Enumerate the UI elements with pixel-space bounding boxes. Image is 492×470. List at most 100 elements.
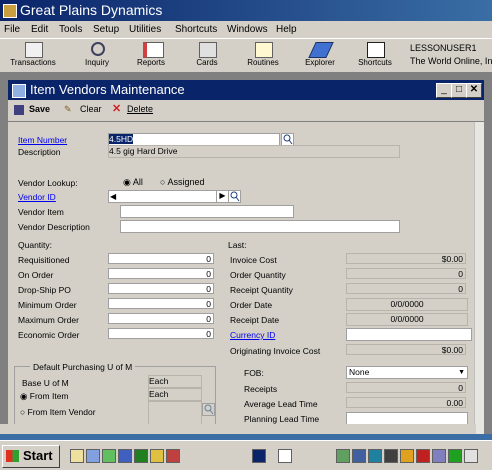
- receipt-quantity-value: 0: [346, 283, 466, 294]
- description-label: Description: [18, 147, 61, 157]
- tray-icon-5[interactable]: [400, 449, 414, 463]
- drop-ship-po-label: Drop-Ship PO: [18, 285, 71, 295]
- start-button[interactable]: Start: [2, 445, 60, 468]
- menu-shortcuts[interactable]: Shortcuts: [175, 24, 217, 35]
- menu-help[interactable]: Help: [276, 24, 297, 35]
- close-button[interactable]: ✕: [466, 83, 482, 98]
- delete-icon: ✕: [112, 103, 122, 115]
- menu-tools[interactable]: Tools: [59, 24, 82, 35]
- minimum-order-field[interactable]: 0: [108, 298, 214, 309]
- save-button[interactable]: Save: [29, 104, 50, 114]
- last-heading: Last:: [228, 240, 247, 250]
- economic-order-field[interactable]: 0: [108, 328, 214, 339]
- maximize-button[interactable]: □: [451, 83, 467, 98]
- item-vendors-form: Item Number 4.5HD Description 4.5 gig Ha…: [8, 122, 474, 434]
- currency-id-label[interactable]: Currency ID: [230, 330, 275, 340]
- from-item-vendor-label: From Item Vendor: [27, 407, 96, 417]
- horizontal-scrollbar[interactable]: [0, 424, 476, 434]
- order-date-value: 0/0/0000: [346, 298, 468, 311]
- planning-lead-time-label: Planning Lead Time: [244, 414, 320, 424]
- drop-ship-po-field[interactable]: 0: [108, 283, 214, 294]
- main-toolbar: Transactions Inquiry Reports Cards Routi…: [0, 38, 492, 74]
- inquiry-button[interactable]: Inquiry: [69, 39, 125, 72]
- taskbar-app-2[interactable]: [278, 449, 292, 463]
- order-quantity-value: 0: [346, 268, 466, 279]
- tray-icon-7[interactable]: [432, 449, 446, 463]
- user-name: LESSONUSER1: [410, 43, 477, 53]
- tray-icon-6[interactable]: [416, 449, 430, 463]
- on-order-label: On Order: [18, 270, 54, 280]
- description-field[interactable]: 4.5 gig Hard Drive: [108, 145, 400, 158]
- menu-setup[interactable]: Setup: [93, 24, 119, 35]
- default-purchasing-label: Default Purchasing U of M: [30, 362, 136, 372]
- quicklaunch-icon-3[interactable]: [102, 449, 116, 463]
- maximum-order-field[interactable]: 0: [108, 313, 214, 324]
- quicklaunch-icon-6[interactable]: [150, 449, 164, 463]
- tray-icon-8[interactable]: [448, 449, 462, 463]
- chevron-down-icon: ▼: [458, 369, 465, 376]
- app-icon: [3, 4, 17, 18]
- item-number-value: 4.5HD: [109, 134, 134, 144]
- receipts-label: Receipts: [244, 384, 278, 394]
- window-title: Item Vendors Maintenance: [30, 82, 185, 97]
- quicklaunch-icon-1[interactable]: [70, 449, 84, 463]
- vendor-item-field[interactable]: [120, 205, 294, 218]
- receipt-quantity-label: Receipt Quantity: [230, 285, 293, 295]
- vendor-description-label: Vendor Description: [18, 222, 90, 232]
- from-item-vendor-radio[interactable]: ○ From Item Vendor: [20, 407, 96, 417]
- cards-button[interactable]: Cards: [179, 39, 235, 72]
- menu-windows[interactable]: Windows: [227, 24, 268, 35]
- on-order-field[interactable]: 0: [108, 268, 214, 279]
- start-label: Start: [23, 448, 53, 463]
- app-title: Great Plains Dynamics: [20, 2, 163, 18]
- reports-button[interactable]: Reports: [123, 39, 179, 72]
- transactions-button[interactable]: Transactions: [5, 39, 61, 72]
- receipt-date-label: Receipt Date: [230, 315, 280, 325]
- uom-lookup-icon[interactable]: [202, 403, 215, 416]
- tray-icon-4[interactable]: [384, 449, 398, 463]
- vendor-id-label[interactable]: Vendor ID: [18, 192, 56, 202]
- vertical-scrollbar[interactable]: [474, 122, 484, 434]
- delete-button[interactable]: Delete: [127, 104, 153, 114]
- item-number-label[interactable]: Item Number: [18, 135, 67, 145]
- vendor-lookup-icon[interactable]: [228, 190, 241, 203]
- quicklaunch-icon-4[interactable]: [118, 449, 132, 463]
- receipts-value: 0: [346, 382, 466, 393]
- tray-icon-9[interactable]: [464, 449, 478, 463]
- window-title-bar: Item Vendors Maintenance _ □ ✕: [8, 80, 484, 100]
- menu-utilities[interactable]: Utilities: [129, 24, 161, 35]
- tray-icon-1[interactable]: [336, 449, 350, 463]
- quicklaunch-icon-5[interactable]: [134, 449, 148, 463]
- originating-invoice-cost-label: Originating Invoice Cost: [230, 346, 321, 356]
- vendor-lookup-all-radio[interactable]: ◉ All: [123, 177, 143, 188]
- routines-icon: [255, 42, 273, 58]
- vendor-description-field[interactable]: [120, 220, 400, 233]
- average-lead-time-label: Average Lead Time: [244, 399, 318, 409]
- quicklaunch-icon-2[interactable]: [86, 449, 100, 463]
- average-lead-time-value: 0.00: [346, 397, 466, 408]
- from-item-radio[interactable]: ◉ From Item: [20, 391, 69, 402]
- reports-icon: [143, 42, 164, 58]
- quicklaunch-icon-7[interactable]: [166, 449, 180, 463]
- minimize-button[interactable]: _: [436, 83, 452, 98]
- requisitioned-label: Requisitioned: [18, 255, 70, 265]
- tray-icon-2[interactable]: [352, 449, 366, 463]
- prev-vendor-arrow[interactable]: ◀: [109, 192, 116, 201]
- window-icon: [12, 84, 26, 98]
- clear-button[interactable]: Clear: [80, 104, 102, 114]
- tray-icon-3[interactable]: [368, 449, 382, 463]
- menu-edit[interactable]: Edit: [31, 24, 48, 35]
- vendor-lookup-assigned-radio[interactable]: ○ Assigned: [160, 177, 204, 187]
- routines-button[interactable]: Routines: [235, 39, 291, 72]
- requisitioned-field[interactable]: 0: [108, 253, 214, 264]
- user-info: LESSONUSER1 The World Online, Inc: [410, 42, 492, 68]
- shortcuts-button[interactable]: Shortcuts: [347, 39, 403, 72]
- menu-file[interactable]: File: [4, 24, 20, 35]
- taskbar: Start: [0, 440, 492, 470]
- vendor-id-field[interactable]: ◀: [108, 190, 220, 203]
- maximum-order-label: Maximum Order: [18, 315, 79, 325]
- currency-id-field[interactable]: [346, 328, 472, 341]
- taskbar-app-1[interactable]: [252, 449, 266, 463]
- explorer-button[interactable]: Explorer: [292, 39, 348, 72]
- fob-dropdown[interactable]: None ▼: [346, 366, 468, 379]
